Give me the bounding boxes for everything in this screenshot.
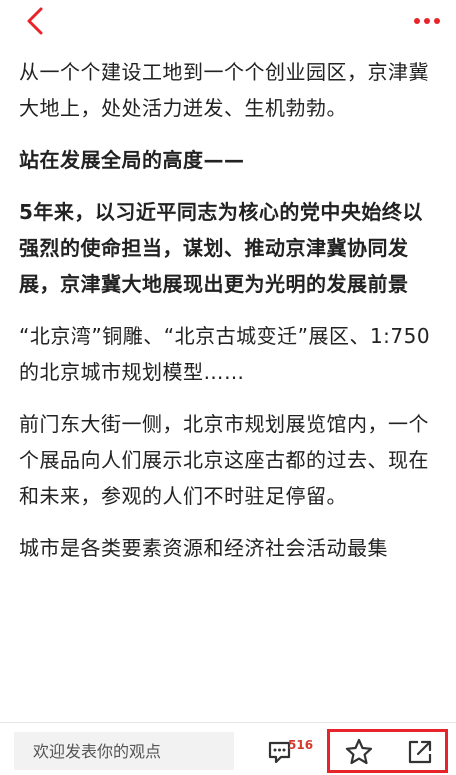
share-button[interactable] <box>405 737 435 767</box>
comment-input[interactable] <box>14 732 234 770</box>
article-subheading: 站在发展全局的高度—— <box>19 148 245 172</box>
comment-count-badge: 516 <box>288 738 314 752</box>
bottom-action-bar: 516 <box>0 722 456 775</box>
top-nav-bar <box>0 0 456 44</box>
comments-button[interactable]: 516 <box>266 735 316 769</box>
article-screen: 从一个个建设工地到一个个创业园区，京津冀大地上，处处活力迸发、生机勃勃。 站在发… <box>0 0 456 775</box>
article-body: 从一个个建设工地到一个个创业园区，京津冀大地上，处处活力迸发、生机勃勃。 站在发… <box>19 44 439 724</box>
article-paragraph: 城市是各类要素资源和经济社会活动最集 <box>19 536 388 560</box>
highlight-box <box>327 729 448 773</box>
share-icon <box>408 740 432 764</box>
more-options-button[interactable] <box>412 8 442 34</box>
article-paragraph: 从一个个建设工地到一个个创业园区，京津冀大地上，处处活力迸发、生机勃勃。 <box>19 60 429 120</box>
back-button[interactable] <box>20 6 50 36</box>
article-paragraph: “北京湾”铜雕、“北京古城变迁”展区、1:750的北京城市规划模型…… <box>19 324 431 384</box>
chevron-left-icon <box>27 7 43 35</box>
article-bold-paragraph: 5年来，以习近平同志为核心的党中央始终以强烈的使命担当，谋划、推动京津冀协同发展… <box>19 200 423 296</box>
article-paragraph: 前门东大街一侧，北京市规划展览馆内，一个个展品向人们展示北京这座古都的过去、现在… <box>19 412 429 508</box>
favorite-button[interactable] <box>344 737 374 767</box>
more-dots-icon <box>414 18 440 24</box>
star-icon <box>345 738 373 765</box>
